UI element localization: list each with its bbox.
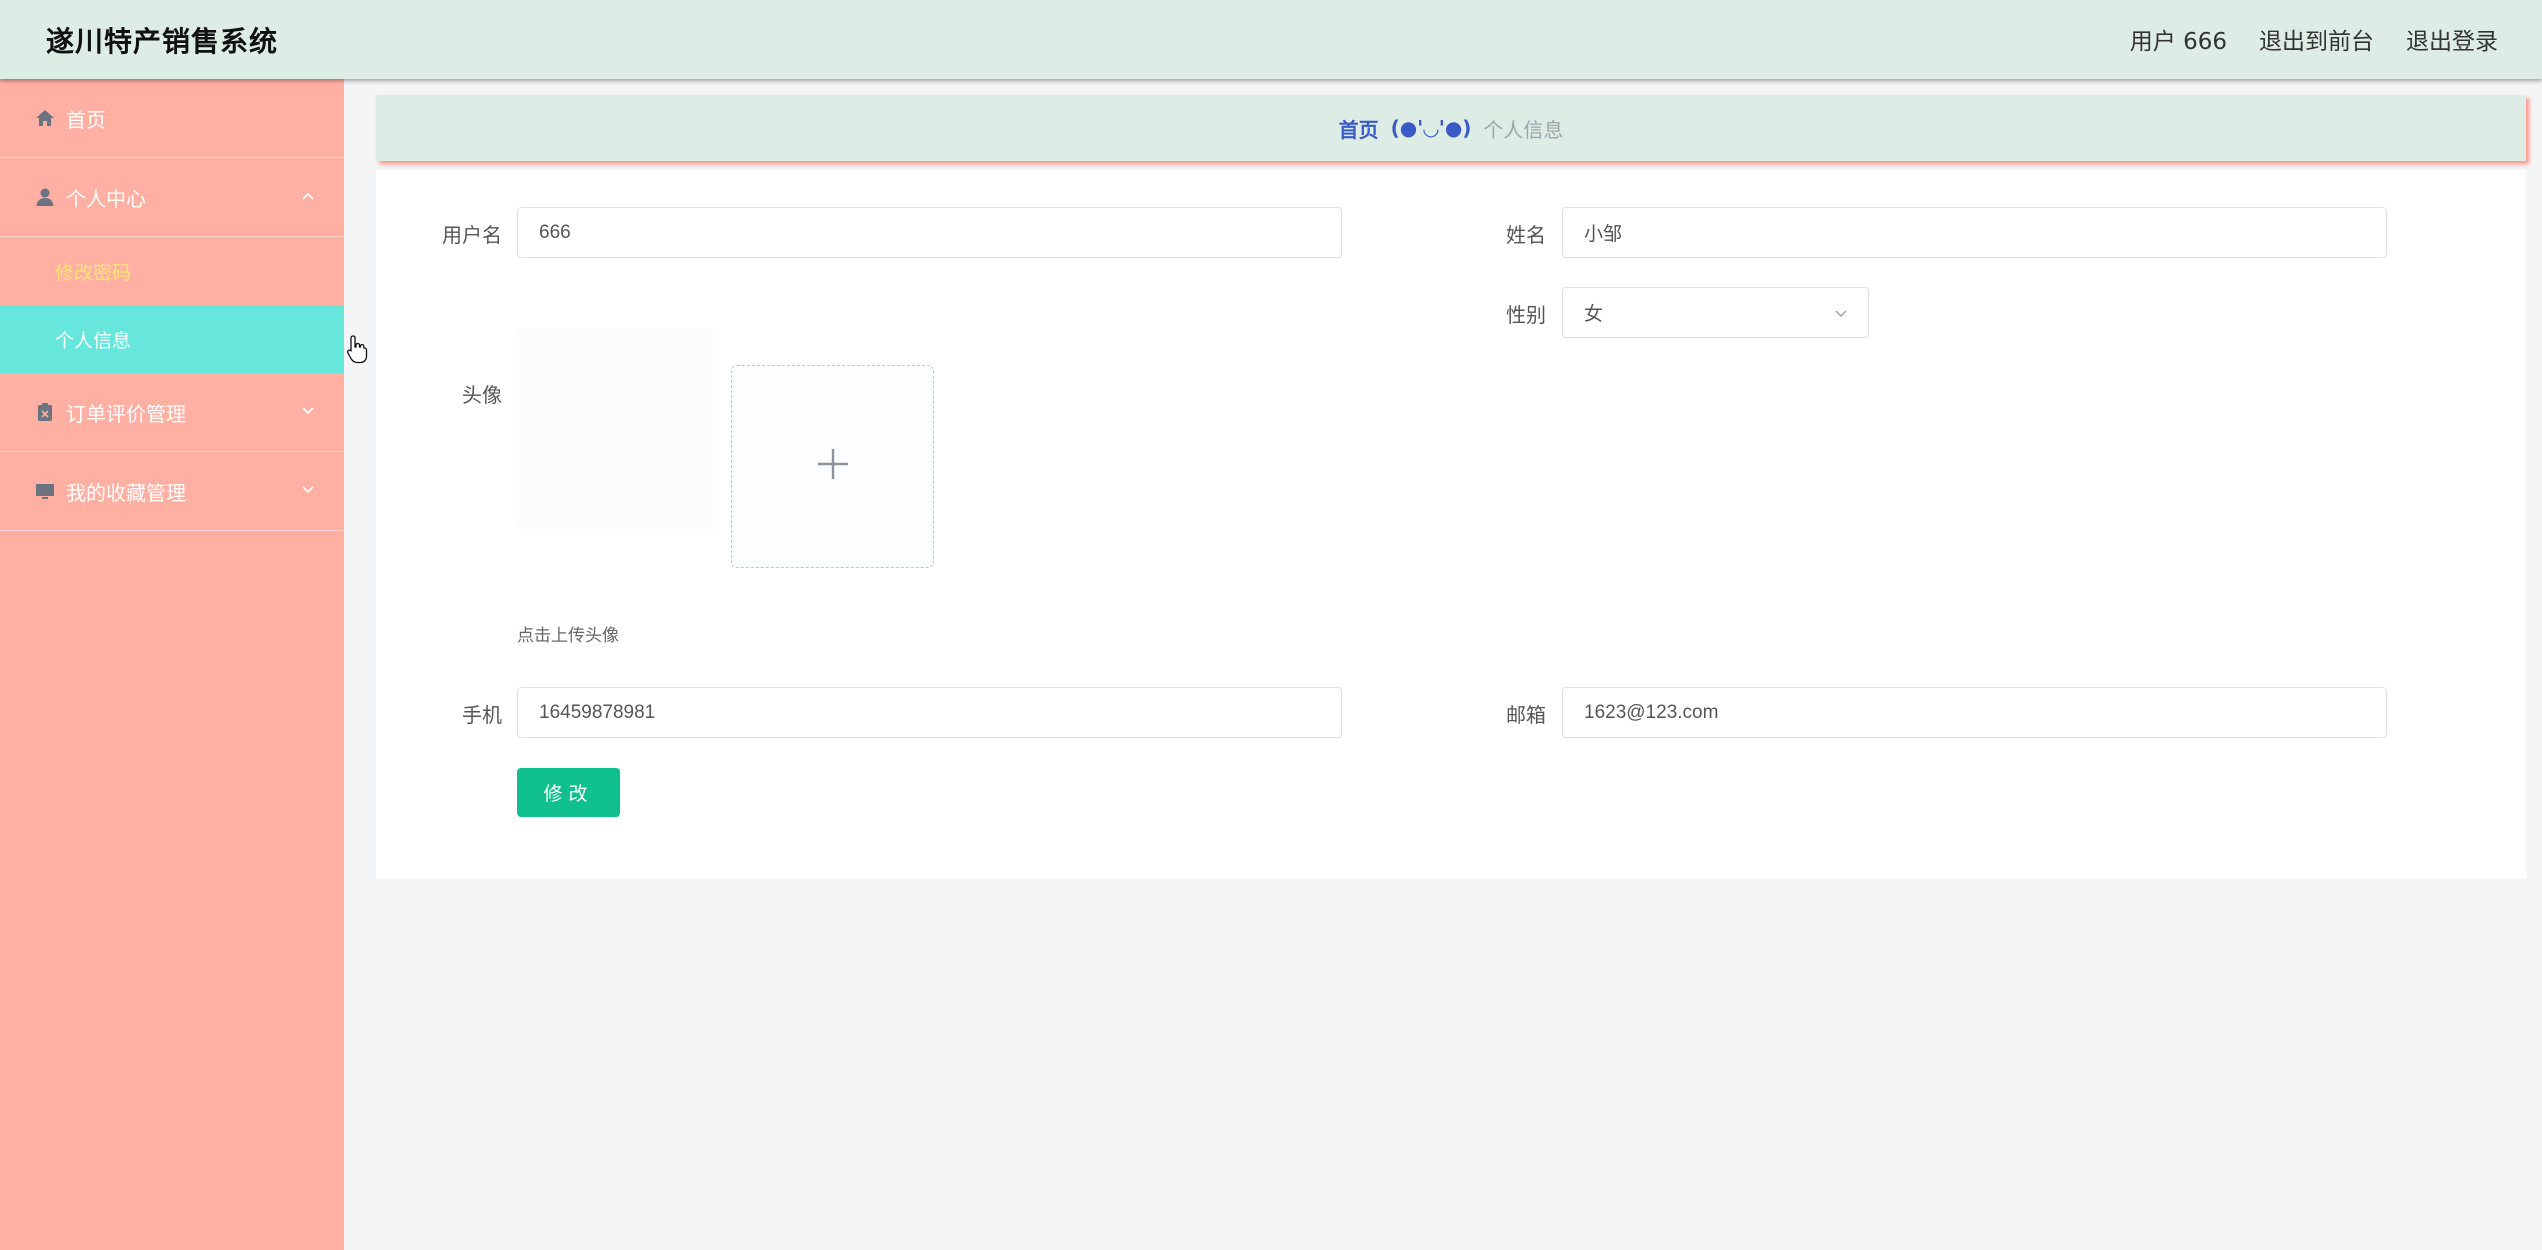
email-field[interactable]: 1623@123.com <box>1562 687 2387 738</box>
app-title: 遂川特产销售系统 <box>46 25 279 58</box>
logout-link[interactable]: 退出登录 <box>2406 22 2498 56</box>
plus-icon <box>816 447 850 486</box>
home-icon <box>34 107 56 129</box>
sidebar-item-order-reviews[interactable]: 订单评价管理 <box>0 373 344 452</box>
sidebar-item-change-password[interactable]: 修改密码 <box>0 237 344 305</box>
breadcrumb-separator: (●'◡'●) <box>1390 116 1472 140</box>
sidebar-item-favorites[interactable]: 我的收藏管理 <box>0 452 344 531</box>
avatar-upload-button[interactable] <box>731 365 934 568</box>
personal-info-form: 用户名 666 姓名 小邹 性别 女 头像 点击上传头像 手机 16459878… <box>376 170 2526 879</box>
submit-edit-button[interactable]: 修改 <box>517 768 620 817</box>
chevron-down-icon <box>298 401 318 421</box>
sidebar-item-label: 我的收藏管理 <box>66 480 186 505</box>
sidebar-item-personal-info[interactable]: 个人信息 <box>0 305 344 373</box>
top-header: 遂川特产销售系统 用户 666 退出到前台 退出登录 <box>0 0 2542 79</box>
avatar-preview <box>517 329 719 529</box>
upload-hint: 点击上传头像 <box>517 626 619 646</box>
monitor-icon <box>34 480 56 502</box>
name-field[interactable]: 小邹 <box>1562 207 2387 258</box>
gender-label: 性别 <box>1506 303 1546 327</box>
gender-select[interactable]: 女 <box>1562 287 1869 338</box>
username-field[interactable]: 666 <box>517 207 1342 258</box>
breadcrumb: 首页 (●'◡'●) 个人信息 <box>376 95 2526 161</box>
breadcrumb-current: 个人信息 <box>1483 117 1564 142</box>
sidebar-item-home[interactable]: 首页 <box>0 79 344 158</box>
hand-cursor-icon <box>346 334 368 364</box>
chevron-down-icon <box>298 480 318 500</box>
user-icon <box>34 186 56 208</box>
breadcrumb-home[interactable]: 首页 <box>1339 114 1379 143</box>
clipboard-icon <box>34 401 56 423</box>
sidebar-item-label: 个人中心 <box>66 186 146 211</box>
phone-field[interactable]: 16459878981 <box>517 687 1342 738</box>
sidebar-item-label: 订单评价管理 <box>66 401 186 426</box>
name-label: 姓名 <box>1506 223 1546 247</box>
chevron-up-icon <box>298 186 318 206</box>
exit-to-front-link[interactable]: 退出到前台 <box>2259 22 2374 56</box>
email-label: 邮箱 <box>1506 703 1546 727</box>
username-label: 用户名 <box>442 223 502 247</box>
header-links: 用户 666 退出到前台 退出登录 <box>2130 22 2498 56</box>
gender-selected-value: 女 <box>1584 304 1604 325</box>
avatar-label: 头像 <box>462 383 502 407</box>
sidebar-item-personal-center[interactable]: 个人中心 <box>0 158 344 237</box>
user-label[interactable]: 用户 666 <box>2130 22 2227 56</box>
phone-label: 手机 <box>462 703 502 727</box>
sidebar-item-label: 首页 <box>66 107 106 132</box>
chevron-down-icon <box>1832 304 1850 322</box>
sidebar: 首页 个人中心 修改密码 个人信息 订单评价管理 我的收藏管理 <box>0 79 344 1250</box>
